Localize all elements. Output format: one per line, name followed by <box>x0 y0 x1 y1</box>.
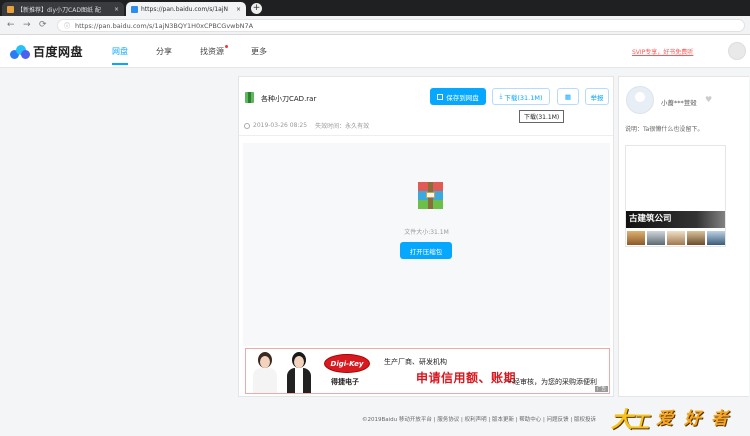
report-button[interactable]: 举报 <box>585 88 609 105</box>
share-file-card: 各种小刀CAD.rar 保存到网盘 ⤓ 下载(31.1M) ▦ 举报 下载(31… <box>238 76 614 397</box>
open-archive-button[interactable]: 打开压缩包 <box>400 242 452 259</box>
building-thumbnail <box>627 231 645 245</box>
site-header: 百度网盘 网盘 分享 找资源 更多 SVIP专享，好书免费听 <box>0 35 750 68</box>
nav-item-label: 找资源 <box>200 47 224 56</box>
download-button-label: 下载(31.1M) <box>504 93 543 102</box>
back-arrow-icon[interactable]: ← <box>7 20 15 30</box>
building-thumbnail <box>687 231 705 245</box>
svip-link[interactable]: SVIP专享，好书免费听 <box>632 47 693 56</box>
footer-links[interactable]: ©2019Baidu 移动开放平台 | 服务协议 | 权利声明 | 版本更新 |… <box>362 415 596 423</box>
file-meta: 2019-03-26 08:25 失效时间：永久有效 <box>244 121 369 130</box>
side-ad-title: 古建筑公司 <box>626 211 725 228</box>
ad-line1: 生产厂商、研发机构 <box>384 358 447 366</box>
close-icon[interactable]: × <box>114 6 119 13</box>
file-name: 各种小刀CAD.rar <box>261 95 317 103</box>
nav-item-find-resources[interactable]: 找资源 <box>200 45 228 57</box>
qrcode-icon: ▦ <box>564 92 572 101</box>
nav-item-netdisk[interactable]: 网盘 <box>112 46 128 65</box>
building-thumbnail <box>647 231 665 245</box>
info-icon[interactable]: ⓘ <box>64 21 70 30</box>
owner-description: 说明：Ta很懒什么也没留下。 <box>625 126 704 133</box>
ad-tag: 广告 <box>595 386 608 392</box>
sharer-sidebar: 小蔷***荳殻 ♥ 说明：Ta很懒什么也没留下。 古建筑公司 <box>618 76 749 397</box>
report-button-label: 举报 <box>590 93 604 102</box>
nav-item-more[interactable]: 更多 <box>251 46 267 57</box>
rar-file-icon <box>245 92 254 103</box>
watermark-logo: 大 工 爱 好 者 <box>611 398 750 436</box>
ad-brand: 得捷电子 <box>331 378 359 386</box>
tab-title: 【新推荐】diy小刀CAD图纸 配 <box>17 6 101 14</box>
woman-photo <box>252 351 278 393</box>
download-button[interactable]: ⤓ 下载(31.1M) <box>492 88 550 105</box>
baidu-pan-logo[interactable]: 百度网盘 <box>10 43 83 60</box>
building-thumbnail <box>707 231 725 245</box>
save-icon <box>437 93 444 100</box>
forward-arrow-icon[interactable]: → <box>23 20 31 30</box>
save-to-netdisk-button[interactable]: 保存到网盘 <box>430 88 486 105</box>
ad-headline: 申请信用额、账期 <box>416 371 517 385</box>
man-photo <box>286 351 312 393</box>
tab-title: https://pan.baidu.com/s/1ajN <box>141 5 229 13</box>
ad-line3: 一经审核，为您的采购添便利 <box>506 378 597 386</box>
nav-item-share[interactable]: 分享 <box>156 46 172 57</box>
new-tab-button[interactable]: + <box>251 3 262 14</box>
archive-icon <box>418 182 443 209</box>
side-ad[interactable]: 古建筑公司 <box>625 145 726 247</box>
user-avatar[interactable] <box>728 42 746 60</box>
download-icon: ⤓ <box>499 92 503 100</box>
watermark-char: 大 <box>611 408 634 433</box>
notification-dot <box>225 45 228 48</box>
cloud-logo-icon <box>10 44 30 60</box>
expiry-text: 失效时间：永久有效 <box>315 123 370 130</box>
watermark-char: 者 <box>711 409 728 429</box>
favicon-icon <box>7 5 14 13</box>
close-icon[interactable]: × <box>236 6 241 13</box>
browser-tab-bar: 【新推荐】diy小刀CAD图纸 配 × https://pan.baidu.co… <box>0 0 750 16</box>
reload-icon[interactable]: ⟳ <box>39 20 47 30</box>
heart-icon[interactable]: ♥ <box>705 95 712 104</box>
watermark-char: 爱 <box>656 409 673 429</box>
ad-banner[interactable]: Digi-Key 得捷电子 生产厂商、研发机构 申请信用额、账期 一经审核，为您… <box>245 348 610 394</box>
watermark-char: 工 <box>631 412 649 433</box>
share-date: 2019-03-26 08:25 <box>253 122 308 129</box>
url-field[interactable]: ⓘ https://pan.baidu.com/s/1ajN3BQY1H0xCP… <box>57 19 745 32</box>
owner-avatar[interactable] <box>626 86 654 114</box>
address-bar: ← → ⟳ ⓘ https://pan.baidu.com/s/1ajN3BQY… <box>0 16 750 35</box>
download-tooltip: 下载(31.1M) <box>519 110 565 123</box>
digikey-logo: Digi-Key <box>324 354 370 373</box>
url-text: https://pan.baidu.com/s/1ajN3BQY1H0xCPBC… <box>75 21 254 30</box>
watermark-char: 好 <box>684 409 701 429</box>
owner-name[interactable]: 小蔷***荳殻 <box>661 97 697 107</box>
favicon-icon <box>131 5 138 13</box>
save-button-label: 保存到网盘 <box>446 93 479 102</box>
qrcode-button[interactable]: ▦ <box>557 88 579 105</box>
clock-icon <box>244 122 250 129</box>
logo-text: 百度网盘 <box>33 45 84 59</box>
file-size: 文件大小:31.1M <box>404 229 449 236</box>
browser-tab-active[interactable]: https://pan.baidu.com/s/1ajN × <box>126 2 246 16</box>
file-preview-area: 文件大小:31.1M 打开压缩包 <box>243 143 610 346</box>
divider <box>239 135 613 136</box>
browser-tab-inactive[interactable]: 【新推荐】diy小刀CAD图纸 配 × <box>2 2 124 16</box>
building-thumbnail <box>667 231 685 245</box>
